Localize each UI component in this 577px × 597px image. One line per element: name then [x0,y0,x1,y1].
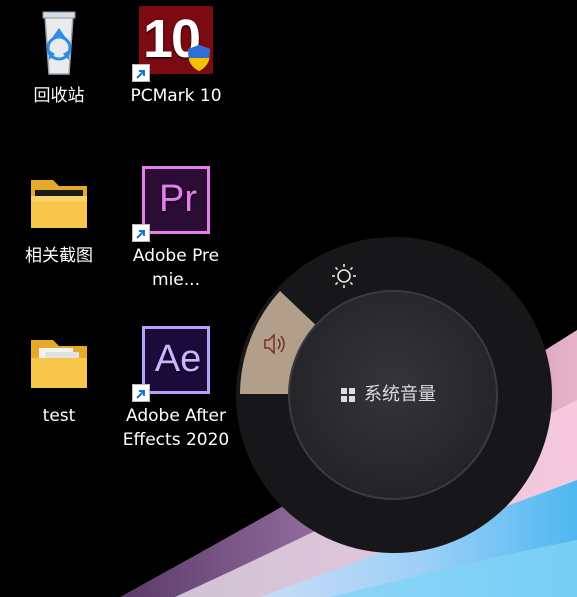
desktop-icon-pcmark[interactable]: 10 PCMark 10 [121,6,231,108]
desktop-icon-label: Adobe After Effects 2020 [122,406,230,450]
pcmark-icon: 10 [139,6,213,74]
desktop-icon-label: Adobe Premie... [132,246,220,290]
adobe-after-effects-icon: Ae [142,326,210,394]
folder-icon [31,340,87,388]
windows-icon [341,388,355,402]
desktop-icon-adobe-after-effects[interactable]: Ae Adobe After Effects 2020 [121,326,231,452]
dial-center-label: 系统音量 [340,382,436,408]
shortcut-arrow-icon [132,64,150,82]
desktop-icon-folder-test[interactable]: test [4,326,114,428]
desktop-icon-adobe-premiere[interactable]: Pr Adobe Premie... [121,166,231,292]
desktop-icon-folder-screenshots[interactable]: 相关截图 [4,166,114,268]
shield-icon [188,45,210,71]
folder-icon [31,180,87,228]
adobe-premiere-icon: Pr [142,166,210,234]
shortcut-arrow-icon [132,384,150,402]
dial-center-text: 系统音量 [364,384,436,405]
desktop-icon-recycle-bin[interactable]: 回收站 [4,6,114,108]
shortcut-arrow-icon [132,224,150,242]
desktop-icon-label: test [42,406,76,426]
recycle-bin-icon [42,11,76,75]
desktop-icon-label: 相关截图 [25,246,93,266]
desktop-icon-label: PCMark 10 [130,86,222,106]
desktop-icon-label: 回收站 [33,86,85,106]
